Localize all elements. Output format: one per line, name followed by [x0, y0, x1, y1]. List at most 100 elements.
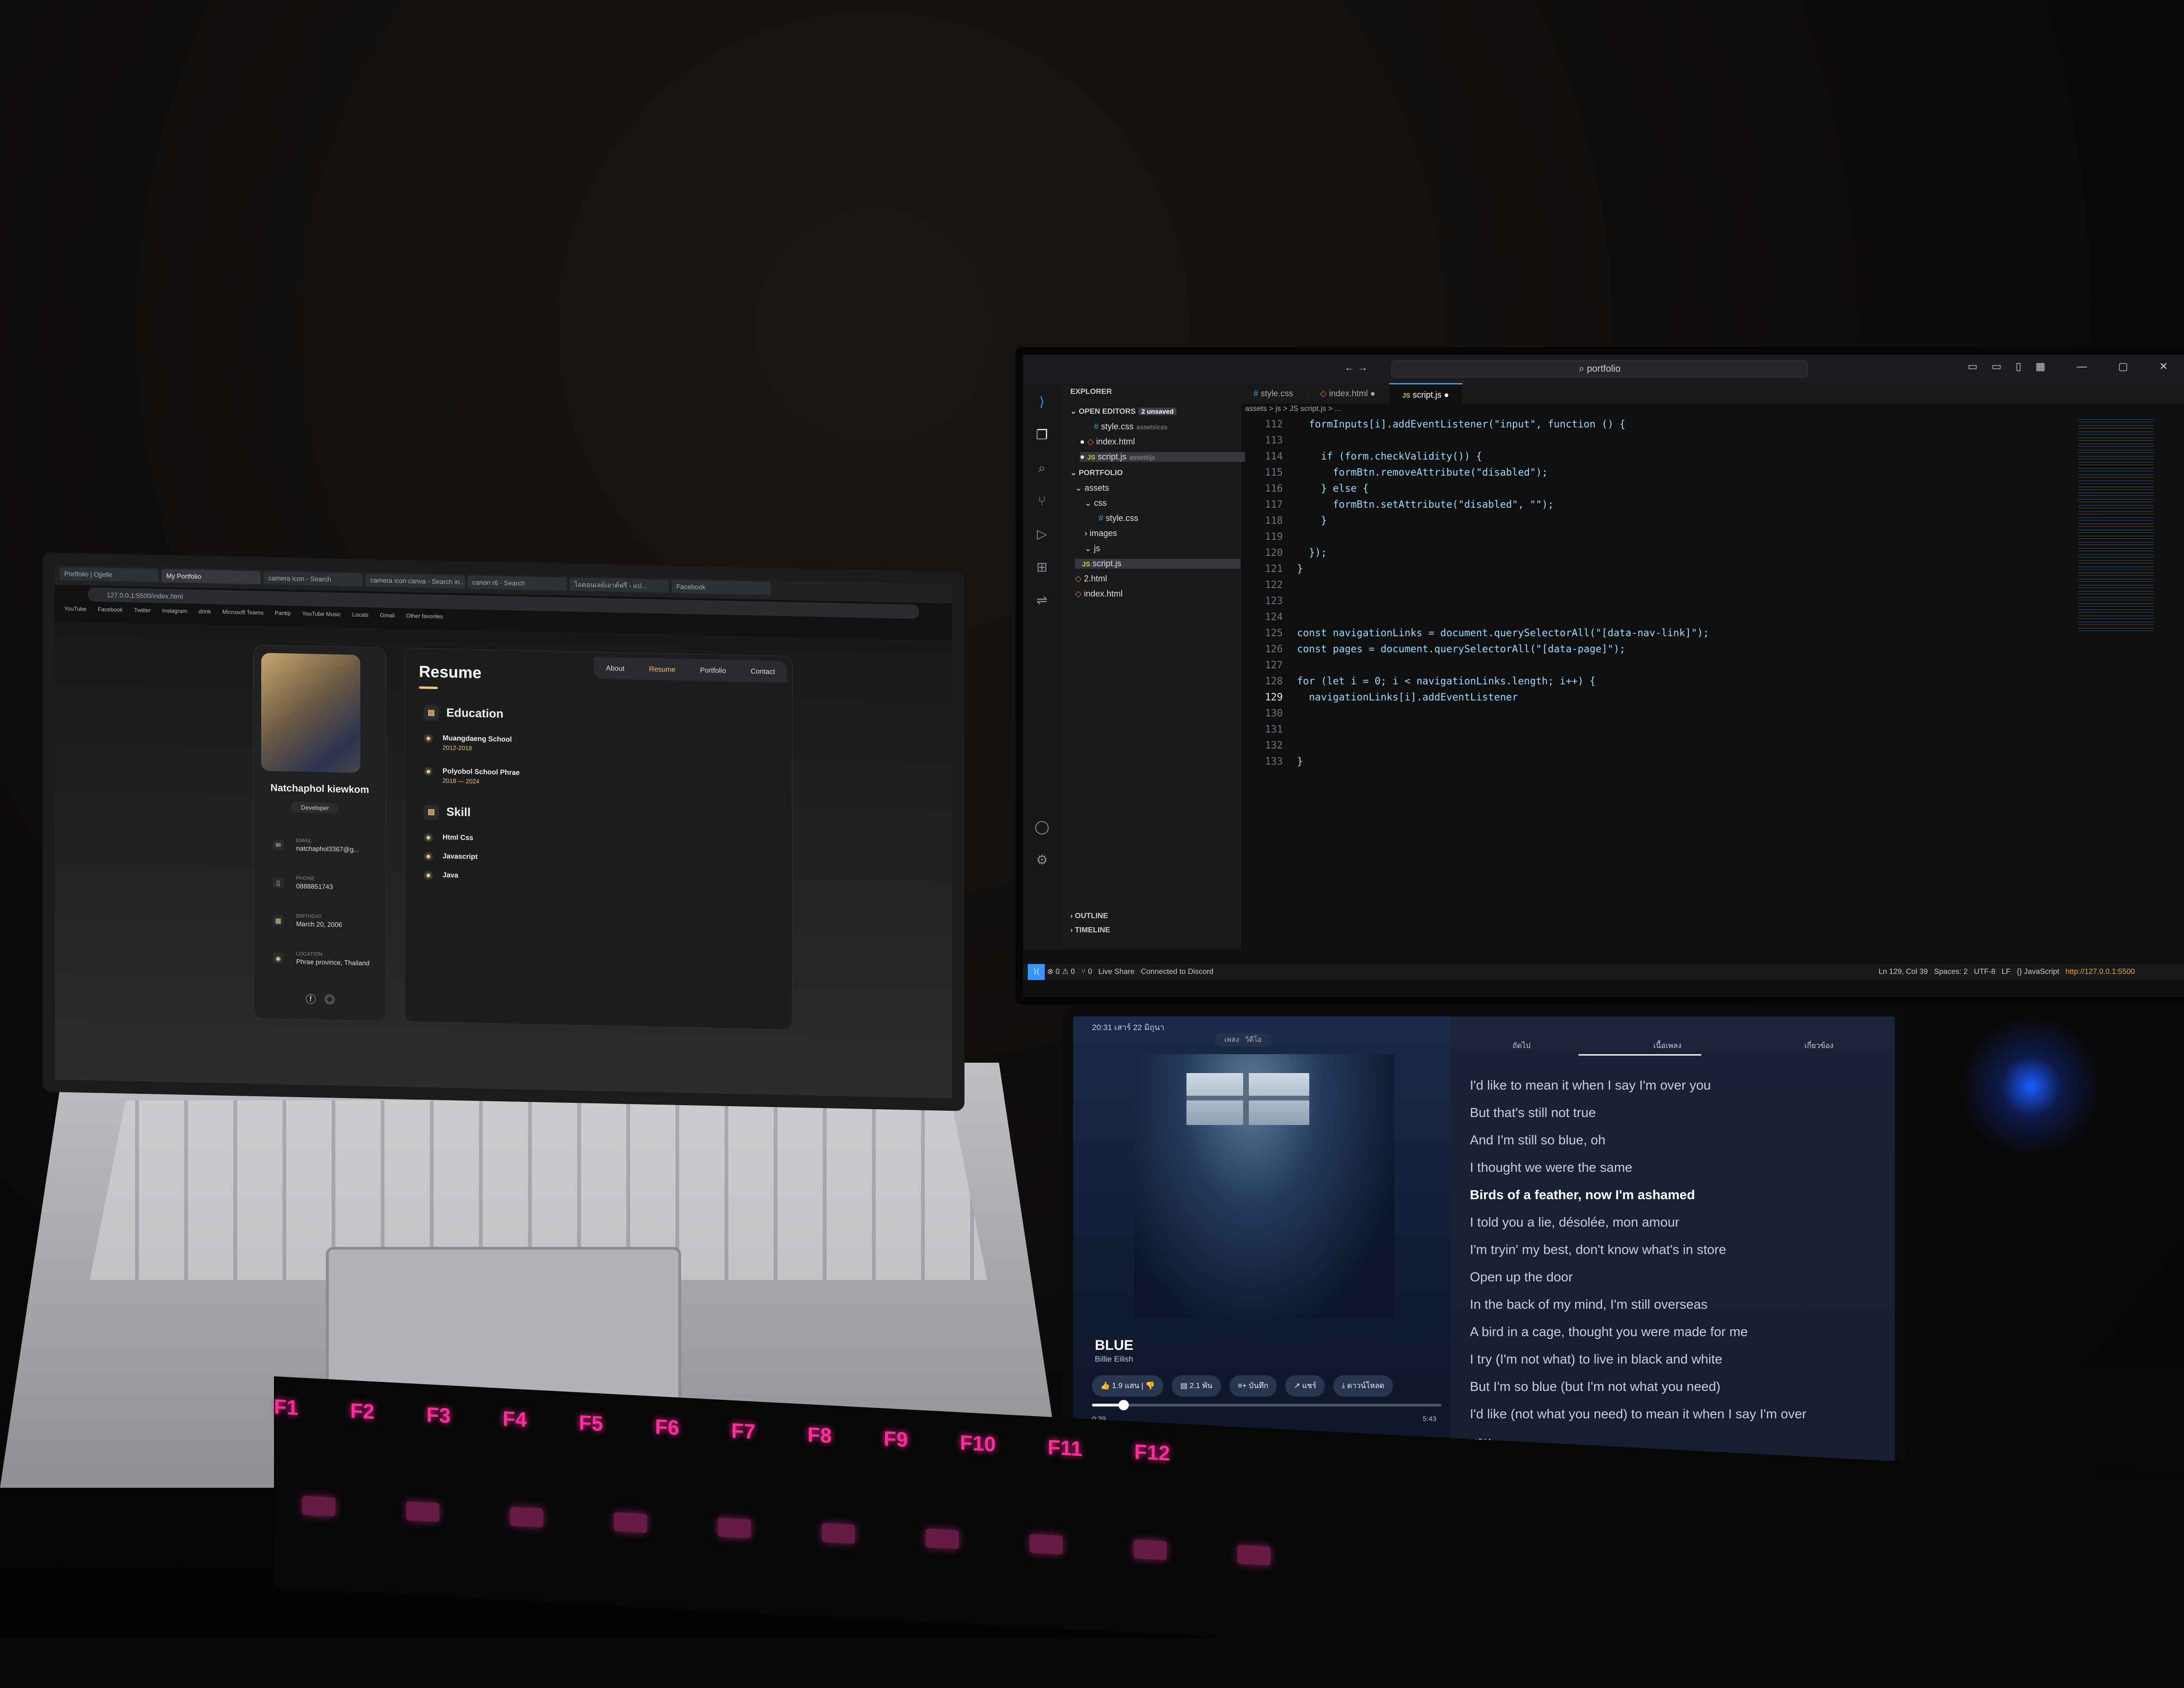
live-server-status[interactable]: http://127.0.0.1:5500 [2065, 968, 2135, 976]
tab-style-css[interactable]: # style.css [1240, 383, 1307, 404]
browser-tab[interactable]: Portfolio | Ojjelle [60, 567, 159, 582]
function-key[interactable]: F2 [350, 1399, 374, 1424]
artist-name[interactable]: Billie Eilish [1095, 1355, 1133, 1364]
open-editor-item-active[interactable]: ● JS script.js assets\js [1080, 452, 1245, 462]
segment-video[interactable]: วิดีโอ [1245, 1036, 1262, 1044]
browser-tab[interactable]: ไอคอนเลย์เอาต์ฟรี - แป... [570, 577, 669, 593]
lyric-line[interactable]: I told you a lie, désolée, mon amour [1470, 1215, 1680, 1230]
function-key[interactable]: F1 [274, 1395, 298, 1420]
bookmark-link[interactable]: Gmail [380, 610, 394, 622]
code-line[interactable]: 117 formBtn.setAttribute("disabled", "")… [1240, 497, 1554, 512]
lyric-line[interactable]: I'd like to mean it when I say I'm over … [1470, 1078, 1711, 1093]
language-mode[interactable]: {} JavaScript [2017, 968, 2059, 976]
keyboard-key[interactable] [1237, 1544, 1271, 1566]
tab-lyrics[interactable]: เนื้อเพลง [1653, 1040, 1681, 1052]
keyboard-key[interactable] [302, 1496, 335, 1517]
lyric-line[interactable]: I try (I'm not what) to live in black an… [1470, 1352, 1722, 1367]
lyric-line-current[interactable]: Birds of a feather, now I'm ashamed [1470, 1187, 1695, 1202]
file-item-active[interactable]: JS script.js [1075, 559, 1240, 569]
code-line[interactable]: 125 const navigationLinks = document.quer… [1240, 626, 1709, 640]
bookmark-link[interactable]: Facebook [98, 604, 123, 615]
bookmark-link[interactable]: Locals [352, 609, 369, 621]
code-line[interactable]: 133} [1240, 754, 1303, 768]
keyboard-key[interactable] [926, 1528, 959, 1550]
file-item[interactable]: ◇ 2.html [1075, 574, 1107, 584]
lyric-line[interactable]: I'd like (not what you need) to mean it … [1470, 1407, 1807, 1422]
function-key[interactable]: F12 [1134, 1440, 1170, 1466]
project-header[interactable]: ⌄ PORTFOLIO [1070, 468, 1123, 477]
code-line[interactable]: 120 }); [1240, 546, 1327, 560]
lyric-line[interactable]: Open up the door [1470, 1270, 1573, 1285]
extensions-icon[interactable]: ⊞ [1032, 558, 1051, 577]
instagram-icon[interactable]: ◎ [324, 994, 343, 1006]
function-key[interactable]: F11 [1048, 1436, 1082, 1461]
lyric-line[interactable]: In the back of my mind, I'm still overse… [1470, 1297, 1707, 1312]
keyboard-key[interactable] [1030, 1534, 1063, 1555]
code-line[interactable]: 113 [1240, 433, 1297, 447]
run-debug-icon[interactable]: ▷ [1032, 525, 1051, 544]
bookmark-link[interactable]: Pantip [275, 607, 291, 619]
code-line[interactable]: 119 [1240, 529, 1297, 544]
problems-count[interactable]: ⊗ 0 ⚠ 0 [1047, 968, 1075, 976]
bookmark-link[interactable]: YouTube Music [302, 608, 341, 620]
code-line[interactable]: 122 [1240, 578, 1297, 592]
seek-bar[interactable] [1092, 1400, 1442, 1410]
cursor-position[interactable]: Ln 129, Col 39 [1878, 968, 1928, 976]
code-line[interactable]: 131 [1240, 722, 1297, 736]
code-line[interactable]: 126 const pages = document.querySelectorA… [1240, 642, 1625, 656]
code-line[interactable]: 132 [1240, 738, 1297, 752]
code-line[interactable]: 127 [1240, 658, 1297, 672]
file-item[interactable]: ◇ index.html [1075, 589, 1123, 599]
nav-contact[interactable]: Contact [751, 667, 775, 675]
nav-portfolio[interactable]: Portfolio [700, 666, 726, 674]
code-line[interactable]: 115 formBtn.removeAttribute("disabled"); [1240, 465, 1548, 479]
keyboard-key[interactable] [718, 1517, 751, 1538]
tab-up-next[interactable]: ถัดไป [1512, 1040, 1530, 1052]
code-editor[interactable]: 112 formInputs[i].addEventListener("inpu… [1240, 417, 1996, 913]
function-key[interactable]: F10 [960, 1431, 996, 1457]
function-key[interactable]: F9 [884, 1427, 908, 1452]
code-line[interactable]: 129 navigationLinks[i].addEventListener [1240, 690, 1518, 704]
lyric-line[interactable]: I'm tryin' my best, don't know what's in… [1470, 1242, 1726, 1257]
seek-handle[interactable] [1118, 1400, 1129, 1410]
bookmark-link[interactable]: Microsoft Teams [222, 606, 264, 619]
explorer-icon[interactable]: ❐ [1032, 426, 1051, 444]
bookmark-link[interactable]: Other favorites [406, 610, 444, 622]
keyboard-key[interactable] [822, 1523, 855, 1544]
nav-about[interactable]: About [606, 664, 624, 673]
browser-tab[interactable]: camera icon canva - Search in... [366, 573, 465, 589]
open-editors-header[interactable]: ⌄ OPEN EDITORS 2 unsaved [1070, 407, 1177, 416]
folder-item[interactable]: › images [1084, 529, 1117, 538]
bookmark-link[interactable]: YouTube [64, 603, 86, 615]
folder-item[interactable]: ⌄ css [1084, 498, 1107, 508]
folder-item[interactable]: ⌄ js [1084, 544, 1100, 554]
discord-status[interactable]: Connected to Discord [1141, 968, 1213, 976]
code-line[interactable]: 124 [1240, 610, 1297, 624]
breadcrumb[interactable]: assets > js > JS script.js > ... [1245, 405, 1341, 413]
download-button[interactable]: ⤓ ดาวน์โหลด [1333, 1375, 1393, 1397]
browser-tab[interactable]: Facebook [672, 580, 771, 595]
lyric-line[interactable]: But that's still not true [1470, 1105, 1596, 1120]
remote-indicator[interactable]: ⟩⟨ [1028, 964, 1045, 980]
open-editor-item[interactable]: ● ◇ index.html [1080, 437, 1135, 447]
function-key[interactable]: F8 [808, 1423, 832, 1448]
window-controls[interactable]: ▭▭▯▦ — ▢ ✕ [1968, 360, 2182, 373]
minimap[interactable] [2078, 416, 2154, 633]
keyboard-key[interactable] [1134, 1539, 1167, 1560]
lyric-line[interactable]: But I'm so blue (but I'm not what you ne… [1470, 1379, 1721, 1394]
indentation[interactable]: Spaces: 2 [1934, 968, 1968, 976]
code-line[interactable]: 130 [1240, 706, 1297, 720]
open-editor-item[interactable]: # style.css assets\css [1094, 422, 1167, 432]
function-key[interactable]: F7 [731, 1419, 755, 1444]
function-key[interactable]: F6 [655, 1415, 679, 1440]
code-line[interactable]: 116 } else { [1240, 481, 1369, 495]
keyboard-key[interactable] [614, 1512, 647, 1533]
account-icon[interactable]: ◯ [1032, 818, 1051, 836]
bookmark-link[interactable]: Twitter [134, 605, 151, 616]
source-control-icon[interactable]: ⑂ [1032, 492, 1051, 511]
nav-arrows-icon[interactable]: ← → [1344, 361, 1368, 374]
function-key[interactable]: F4 [503, 1407, 527, 1432]
command-center-search[interactable]: ⌕ portfolio [1391, 360, 1808, 377]
outline-header[interactable]: › OUTLINE [1070, 912, 1108, 921]
code-line[interactable]: 114 if (form.checkValidity()) { [1240, 449, 1482, 463]
